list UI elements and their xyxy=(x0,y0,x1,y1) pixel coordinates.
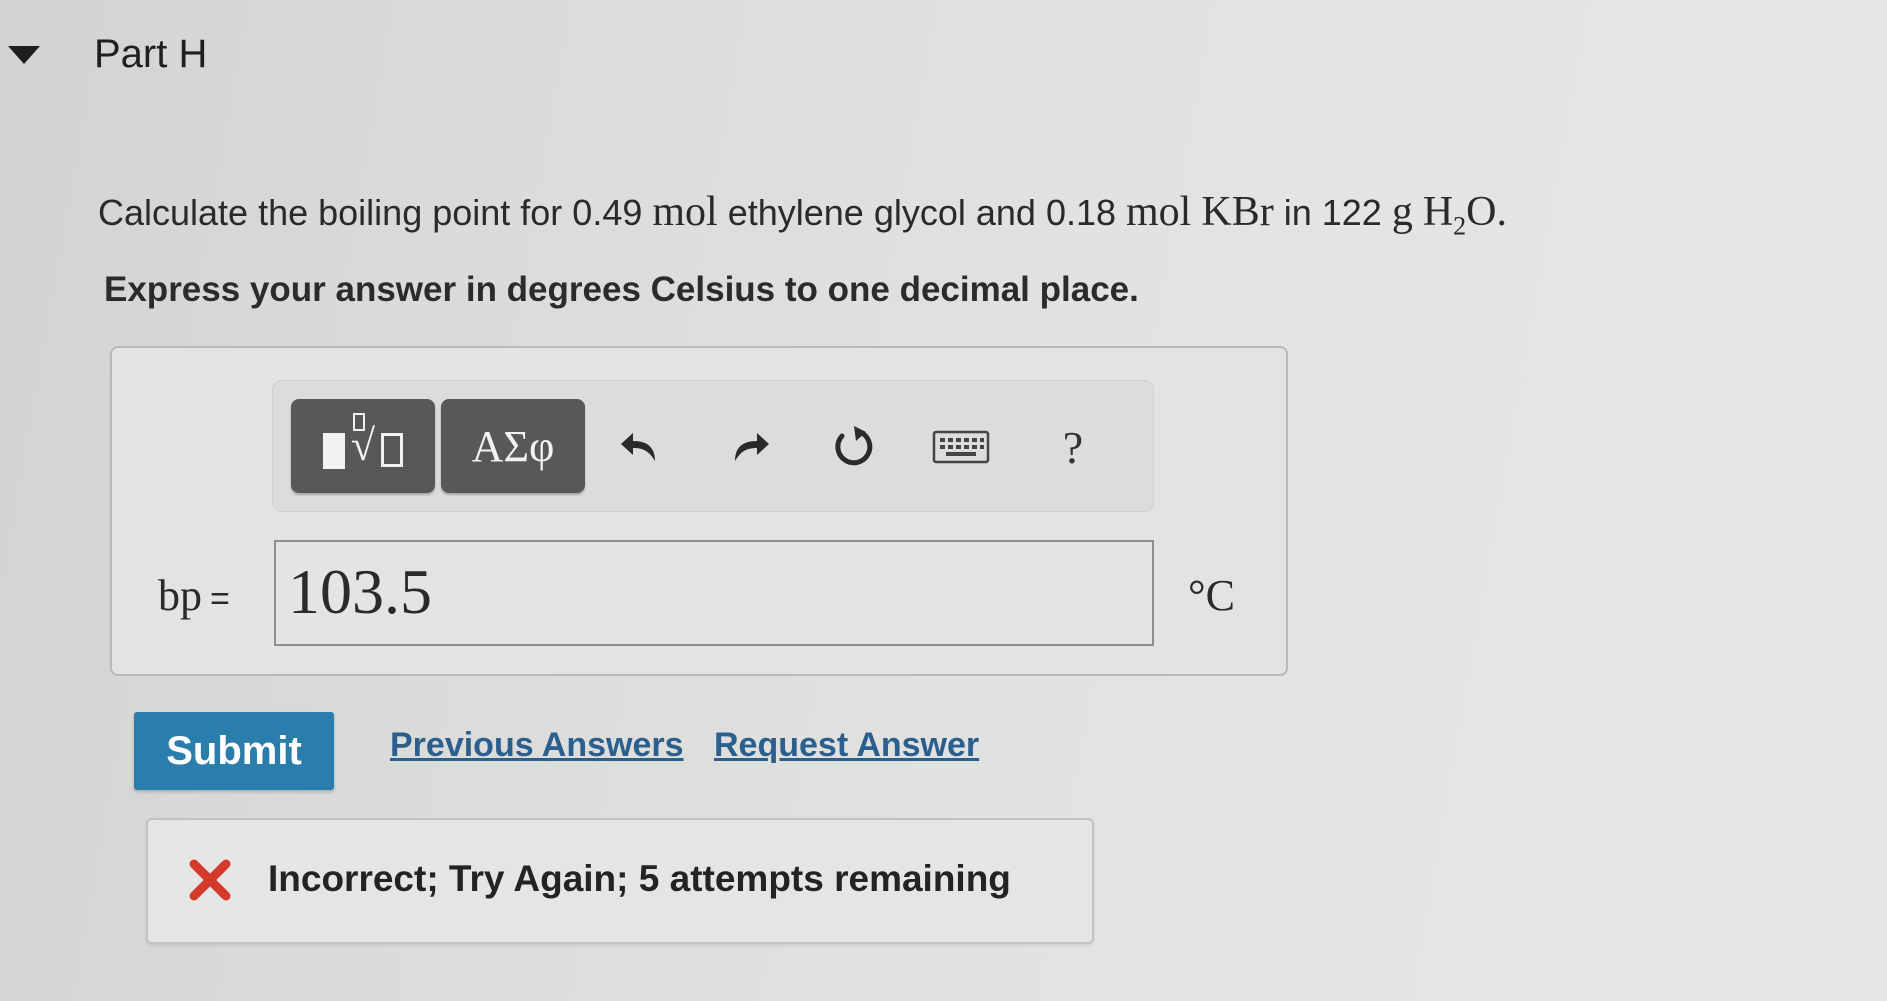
submit-button[interactable]: Submit xyxy=(134,712,334,790)
reset-icon[interactable] xyxy=(825,419,881,475)
answer-input[interactable]: 103.5 xyxy=(274,540,1154,646)
answer-panel: √ ΑΣφ ? bp = 103.5 °C xyxy=(110,346,1288,676)
templates-button[interactable]: √ xyxy=(291,399,435,493)
unit-gram: g xyxy=(1391,189,1413,235)
water-formula: H2O xyxy=(1422,189,1497,241)
triangle-down-icon[interactable] xyxy=(8,46,40,64)
question-text: Calculate the boiling point for 0.49 mol… xyxy=(98,188,1507,241)
request-answer-link[interactable]: Request Answer xyxy=(714,726,979,765)
undo-icon[interactable] xyxy=(613,419,669,475)
answer-row: bp = 103.5 °C xyxy=(112,540,1286,650)
unit-mol: mol xyxy=(1126,189,1192,235)
templates-icon: √ xyxy=(322,413,404,469)
question-text-part: Calculate the boiling point for 0.49 xyxy=(98,192,653,233)
compound-kbr: KBr xyxy=(1201,189,1274,235)
math-toolbar: √ ΑΣφ ? xyxy=(272,380,1154,512)
part-title: Part H xyxy=(94,32,208,76)
greek-symbols-button[interactable]: ΑΣφ xyxy=(441,399,585,493)
variable-label: bp = xyxy=(158,571,230,620)
previous-answers-link[interactable]: Previous Answers xyxy=(390,726,684,765)
x-mark-icon xyxy=(188,858,232,902)
screen-background: Part H Calculate the boiling point for 0… xyxy=(0,0,1887,1001)
question-text-part: ethylene glycol and 0.18 xyxy=(717,192,1127,233)
keyboard-icon[interactable] xyxy=(929,419,993,475)
redo-icon[interactable] xyxy=(721,419,777,475)
unit-label: °C xyxy=(1188,571,1235,620)
period: . xyxy=(1496,189,1508,235)
question-text-part: in 122 xyxy=(1273,192,1392,233)
feedback-box: Incorrect; Try Again; 5 attempts remaini… xyxy=(146,818,1094,944)
instruction-text: Express your answer in degrees Celsius t… xyxy=(104,270,1139,309)
unit-mol: mol xyxy=(652,189,718,235)
help-icon[interactable]: ? xyxy=(1045,419,1101,475)
feedback-message: Incorrect; Try Again; 5 attempts remaini… xyxy=(268,858,1011,899)
